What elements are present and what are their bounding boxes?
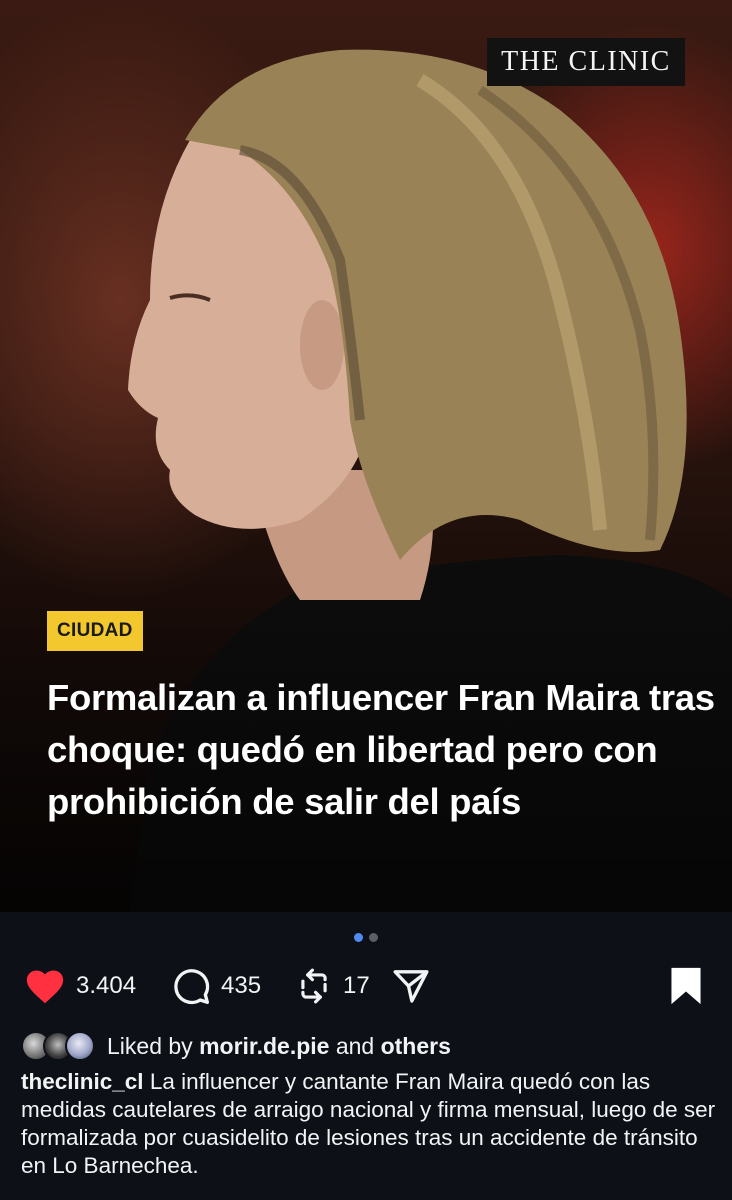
like-button[interactable]: 3.404 [24, 962, 136, 1010]
comment-button[interactable]: 435 [171, 962, 261, 1010]
share-icon [390, 966, 432, 1006]
repost-count: 17 [343, 972, 370, 999]
repost-button[interactable]: 17 [295, 962, 370, 1010]
category-badge: CIUDAD [47, 611, 143, 651]
liked-by-prefix: Liked by [107, 1032, 193, 1059]
repost-icon [295, 967, 333, 1005]
caption-username[interactable]: theclinic_cl [21, 1069, 144, 1094]
carousel-dot [369, 933, 378, 942]
avatar [65, 1031, 95, 1061]
post-headline: Formalizan a influencer Fran Maira tras … [47, 677, 715, 822]
liked-by-username[interactable]: morir.de.pie [199, 1033, 329, 1059]
liked-by-avatars [21, 1030, 101, 1062]
liked-by-text: Liked by morir.de.pie and others [107, 1033, 451, 1060]
heart-icon [24, 967, 66, 1005]
post-caption: theclinic_cl La influencer y cantante Fr… [21, 1068, 721, 1180]
liked-by-conjunction: and [335, 1032, 375, 1059]
post-image[interactable]: THE CLINIC CIUDAD Formalizan a influence… [0, 0, 732, 912]
liked-by-others[interactable]: others [381, 1033, 451, 1059]
carousel-indicator [0, 933, 732, 942]
like-count: 3.404 [76, 972, 137, 999]
comment-count: 435 [221, 972, 262, 999]
bookmark-icon [667, 966, 705, 1006]
bookmark-button[interactable] [667, 962, 705, 1010]
carousel-dot-active [354, 933, 363, 942]
post-actions: 3.404 435 17 [0, 962, 732, 1010]
share-button[interactable] [390, 962, 432, 1010]
comment-icon [171, 966, 211, 1006]
brand-logo: THE CLINIC [487, 38, 685, 86]
liked-by-row[interactable]: Liked by morir.de.pie and others [21, 1030, 451, 1062]
